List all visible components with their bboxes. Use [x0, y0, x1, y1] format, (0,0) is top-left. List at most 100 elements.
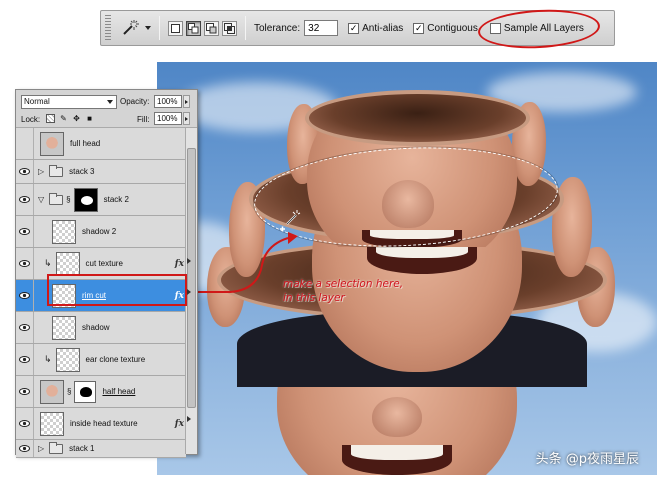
folder-icon — [49, 441, 64, 454]
add-to-selection-icon — [188, 22, 199, 33]
folder-icon — [49, 164, 64, 177]
separator — [159, 16, 160, 40]
opacity-label: Opacity: — [120, 97, 150, 106]
tolerance-label: Tolerance: — [254, 22, 301, 34]
group-row-stack-1[interactable]: ▷ stack 1 — [16, 440, 186, 458]
group-mask-thumbnail[interactable] — [73, 187, 98, 212]
link-chain-icon: § — [67, 387, 72, 396]
visibility-toggle[interactable] — [16, 344, 34, 375]
group-name: stack 1 — [69, 444, 95, 453]
visibility-toggle[interactable] — [16, 216, 34, 247]
layer-row-ear-clone-texture[interactable]: ↳ ear clone texture — [16, 344, 186, 376]
layer-thumbnail — [55, 347, 80, 372]
eye-icon — [19, 196, 30, 203]
opacity-input[interactable]: 100% — [154, 95, 182, 108]
annotation-text-line-2: in this layer — [283, 292, 345, 304]
blend-mode-value: Normal — [24, 97, 50, 106]
selection-mode-group — [168, 20, 237, 36]
layer-row-full-head[interactable]: full head — [16, 128, 186, 160]
group-row-stack-2[interactable]: ▽ § stack 2 — [16, 184, 186, 216]
separator — [245, 16, 246, 40]
panel-side-arrow-icon — [187, 289, 191, 295]
lock-label: Lock: — [21, 115, 41, 124]
layer-row-inside-head-texture[interactable]: inside head texture fx — [16, 408, 186, 440]
layer-row-shadow[interactable]: shadow — [16, 312, 186, 344]
magic-wand-icon — [123, 20, 139, 35]
group-name: stack 3 — [69, 167, 95, 176]
group-name: stack 2 — [103, 195, 129, 204]
layer-thumbnail — [52, 219, 76, 244]
lock-position-icon[interactable]: ✥ — [72, 114, 81, 123]
link-chain-icon: § — [66, 195, 71, 204]
lock-transparency-icon[interactable] — [46, 114, 55, 123]
layer-name: full head — [70, 139, 101, 148]
fill-input[interactable]: 100% — [154, 112, 182, 125]
fx-icon[interactable]: fx — [175, 259, 184, 269]
visibility-toggle[interactable] — [16, 408, 34, 439]
layer-row-half-head[interactable]: § half head — [16, 376, 186, 408]
group-row-stack-3[interactable]: ▷ stack 3 — [16, 160, 186, 184]
expand-triangle-icon[interactable]: ▷ — [38, 444, 44, 453]
opacity-slider-toggle[interactable] — [183, 95, 190, 108]
expand-triangle-icon[interactable]: ▷ — [38, 167, 44, 176]
subtract-from-selection-button[interactable] — [204, 20, 219, 36]
scrollbar-thumb[interactable] — [187, 148, 196, 408]
subtract-selection-icon — [206, 22, 217, 33]
eye-icon — [19, 356, 30, 363]
eye-icon — [19, 168, 30, 175]
visibility-toggle[interactable] — [16, 248, 34, 279]
new-selection-icon — [171, 23, 180, 33]
layer-highlight-box — [47, 274, 187, 306]
new-selection-button[interactable] — [168, 20, 183, 36]
lock-all-icon[interactable]: ■ — [85, 114, 94, 123]
rim-stack-3 — [305, 90, 530, 146]
tool-preset-picker[interactable] — [119, 17, 151, 39]
fill-slider-toggle[interactable] — [183, 112, 190, 125]
panel-side-arrow-icon — [187, 416, 191, 422]
fx-icon[interactable]: fx — [175, 419, 184, 429]
layer-row-shadow-2[interactable]: shadow 2 — [16, 216, 186, 248]
collapse-triangle-icon[interactable]: ▽ — [38, 195, 44, 204]
contiguous-option[interactable]: ✓ Contiguous — [413, 22, 478, 34]
blend-mode-dropdown[interactable]: Normal — [21, 95, 117, 109]
eye-icon — [19, 388, 30, 395]
chevron-down-icon[interactable] — [145, 26, 151, 30]
eye-icon — [19, 445, 30, 452]
layer-mask-thumbnail[interactable] — [74, 380, 97, 403]
visibility-toggle[interactable] — [16, 128, 34, 159]
layer-thumbnail — [52, 315, 76, 340]
lock-options: ✎ ✥ ■ — [46, 114, 94, 123]
lock-pixels-icon[interactable]: ✎ — [59, 114, 68, 123]
layer-name: cut texture — [85, 259, 123, 268]
layer-thumbnail — [40, 131, 64, 156]
antialias-checkbox[interactable]: ✓ — [348, 22, 360, 34]
visibility-toggle[interactable] — [16, 440, 34, 457]
layers-panel-header: Normal Opacity: 100% Lock: ✎ ✥ ■ Fill: 1… — [16, 90, 197, 128]
visibility-toggle[interactable] — [16, 160, 34, 183]
intersect-selection-button[interactable] — [222, 20, 237, 36]
layer-thumbnail — [40, 379, 64, 404]
visibility-toggle[interactable] — [16, 184, 34, 215]
options-bar-grip[interactable] — [105, 15, 111, 41]
visibility-toggle[interactable] — [16, 312, 34, 343]
panel-side-arrow-icon — [187, 258, 191, 264]
add-to-selection-button[interactable] — [186, 20, 201, 36]
layer-thumbnail — [55, 251, 80, 276]
antialias-label: Anti-alias — [362, 22, 404, 34]
layer-name: ear clone texture — [85, 355, 146, 364]
mouth-bottom — [342, 445, 452, 475]
visibility-toggle[interactable] — [16, 280, 34, 311]
fill-label: Fill: — [137, 115, 150, 124]
intersect-selection-icon — [224, 22, 235, 34]
contiguous-checkbox[interactable]: ✓ — [413, 22, 425, 34]
antialias-option[interactable]: ✓ Anti-alias — [348, 22, 404, 34]
contiguous-label: Contiguous — [427, 22, 478, 34]
folder-icon — [49, 192, 64, 205]
tolerance-input[interactable] — [304, 20, 339, 36]
eye-icon — [19, 292, 30, 299]
clipping-arrow-icon: ↳ — [44, 258, 52, 268]
magic-wand-cursor-icon — [280, 210, 301, 232]
visibility-toggle[interactable] — [16, 376, 34, 407]
photo-canvas[interactable]: make a selection here, in this layer 头条 … — [157, 62, 657, 475]
eye-icon — [19, 324, 30, 331]
